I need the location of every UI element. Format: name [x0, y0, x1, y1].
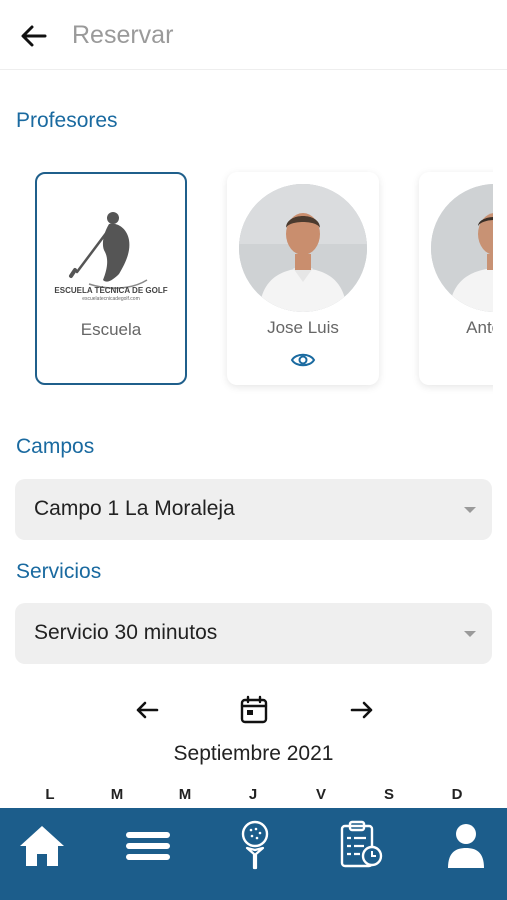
weekday-label: D [451, 786, 463, 803]
servicios-select[interactable]: Servicio 30 minutos [15, 603, 492, 664]
eye-icon[interactable] [290, 350, 316, 370]
avatar [239, 184, 367, 312]
calendar-weekday-header: L M M J V S D [15, 786, 492, 806]
profesor-name: Jose Luis [267, 318, 339, 337]
escuela-logo-subtext: escuelatecnicadegolf.com [82, 296, 140, 302]
next-month-arrow-icon[interactable] [347, 695, 377, 725]
profesor-card-antonio[interactable]: Antonio [419, 172, 493, 385]
golf-ball-icon[interactable] [225, 818, 285, 874]
campos-select-value: Campo 1 La Moraleja [34, 497, 235, 520]
weekday-label: M [178, 786, 192, 803]
bookings-clipboard-icon[interactable] [330, 818, 390, 874]
weekday-label: M [110, 786, 124, 803]
arrow-left-icon[interactable] [18, 20, 50, 52]
profesor-card-jose-luis[interactable]: Jose Luis [227, 172, 379, 385]
user-icon[interactable] [436, 818, 496, 874]
menu-icon[interactable] [118, 818, 178, 874]
caret-down-icon [464, 631, 476, 637]
prev-month-arrow-icon[interactable] [132, 695, 162, 725]
weekday-label: J [248, 786, 258, 803]
calendar-icon[interactable] [239, 695, 269, 725]
home-icon[interactable] [12, 818, 72, 874]
servicios-title: Servicios [16, 560, 102, 583]
weekday-label: L [45, 786, 55, 803]
avatar [431, 184, 493, 312]
servicios-select-value: Servicio 30 minutos [34, 621, 218, 644]
weekday-label: S [383, 786, 394, 803]
profesor-card-escuela[interactable]: ESCUELA TÉCNICA DE GOLF escuelatecnicade… [35, 172, 187, 385]
escuela-logo-text: ESCUELA TÉCNICA DE GOLF [54, 286, 168, 295]
profesor-name: Escuela [80, 320, 142, 339]
weekday-label: V [315, 786, 326, 803]
profesores-carousel[interactable]: ESCUELA TÉCNICA DE GOLF escuelatecnicade… [0, 160, 493, 400]
caret-down-icon [464, 507, 476, 513]
campos-title: Campos [16, 435, 95, 458]
page-title: Reservar [72, 21, 174, 49]
profesores-title: Profesores [16, 109, 118, 132]
escuela-logo: ESCUELA TÉCNICA DE GOLF escuelatecnicade… [47, 194, 175, 304]
profesor-name: Antonio [466, 318, 493, 337]
calendar-month-label: Septiembre 2021 [173, 742, 334, 765]
app-header: Reservar [0, 0, 507, 70]
bottom-tab-bar [0, 808, 507, 900]
campos-select[interactable]: Campo 1 La Moraleja [15, 479, 492, 540]
